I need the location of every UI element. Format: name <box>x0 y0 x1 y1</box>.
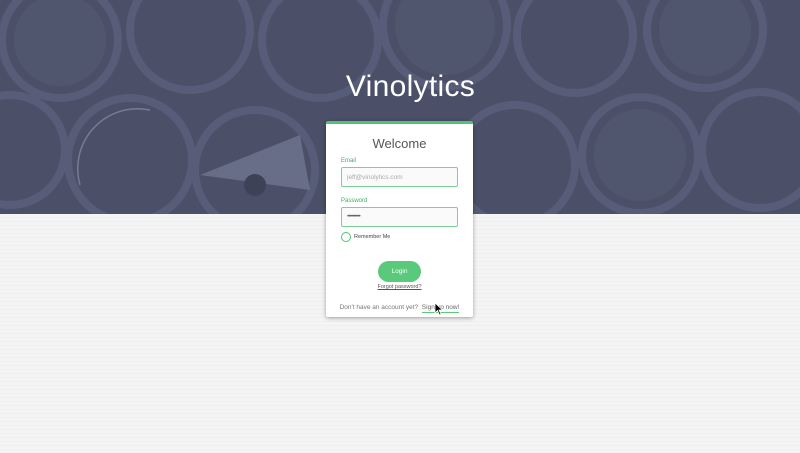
remember-me-radio[interactable] <box>341 232 351 242</box>
forgot-password-link[interactable]: Forgot password? <box>326 284 473 290</box>
login-card: Welcome Email Password •••••••••• Rememb… <box>326 121 473 317</box>
mouse-cursor-icon <box>434 302 444 316</box>
remember-me-option[interactable]: Remember Me <box>341 232 390 242</box>
password-label: Password <box>341 198 368 204</box>
signup-prompt-line: Don't have an account yet? Sign up now! <box>326 304 473 313</box>
app-title: Vinolytics <box>345 70 476 103</box>
remember-me-label: Remember Me <box>354 234 391 240</box>
email-field[interactable] <box>341 167 458 187</box>
login-button[interactable]: Login <box>378 261 421 282</box>
signup-prompt: Don't have an account yet? <box>339 304 419 311</box>
password-field[interactable]: •••••••••• <box>341 207 458 227</box>
email-label: Email <box>341 158 357 164</box>
welcome-heading: Welcome <box>372 136 427 151</box>
